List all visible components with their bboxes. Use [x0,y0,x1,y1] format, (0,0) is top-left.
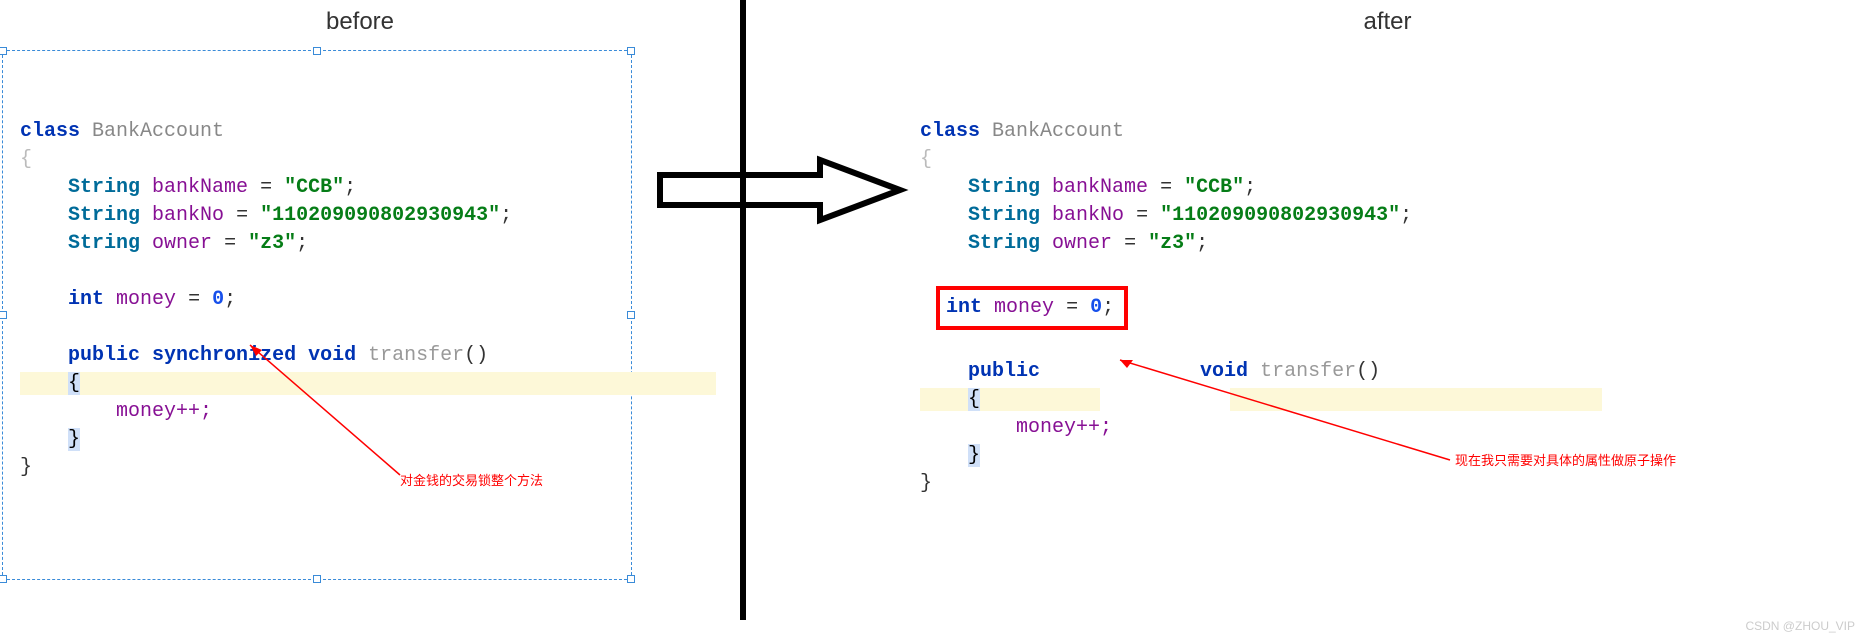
eq: = [176,288,212,311]
string-ccb: "CCB" [284,176,344,199]
handle-icon [0,311,7,319]
field-bankname: bankName [152,176,248,199]
keyword-class: class [20,120,80,143]
eq: = [1054,296,1090,319]
keyword-int: int [946,296,982,319]
semi: ; [1400,204,1412,227]
vertical-divider [740,0,746,620]
annotation-left: 对金钱的交易锁整个方法 [400,470,543,489]
field-money: money [116,288,176,311]
brace-open-hl: { [968,388,980,411]
string-bankno: "110209090802930943" [260,204,500,227]
after-heading: after [900,0,1875,54]
semi: ; [1244,176,1256,199]
semi: ; [1196,232,1208,255]
keyword-void: void [1200,360,1248,383]
brace-close: } [920,472,932,495]
handle-icon [627,47,635,55]
field-bankno: bankNo [1052,204,1124,227]
eq: = [248,176,284,199]
watermark: CSDN @ZHOU_VIP [1745,619,1855,633]
semi: ; [224,288,236,311]
string-z3: "z3" [1148,232,1196,255]
type-string: String [68,232,140,255]
parens: () [1356,360,1380,383]
semi: ; [344,176,356,199]
type-string: String [68,204,140,227]
arrow-right-icon [650,155,910,225]
field-owner: owner [152,232,212,255]
number-zero: 0 [212,288,224,311]
handle-icon [313,47,321,55]
brace-close: } [20,456,32,479]
type-string: String [68,176,140,199]
money-inc: money++; [116,400,212,423]
eq: = [1124,204,1160,227]
class-name: BankAccount [992,120,1124,143]
before-panel: before class BankAccount { String bankNa… [0,0,720,590]
handle-icon [313,575,321,583]
code-before: class BankAccount { String bankName = "C… [20,90,716,510]
keyword-public: public [968,360,1040,383]
eq: = [1112,232,1148,255]
semi: ; [1102,296,1114,319]
type-string: String [968,232,1040,255]
eq: = [1148,176,1184,199]
field-owner: owner [1052,232,1112,255]
brace-open-hl: { [68,372,80,395]
field-bankname: bankName [1052,176,1148,199]
keyword-public: public [68,344,140,367]
handle-icon [0,575,7,583]
field-money: money [994,296,1054,319]
annotation-right: 现在我只需要对具体的属性做原子操作 [1455,450,1676,469]
brace-close-hl: } [68,428,80,451]
money-inc: money++; [1016,416,1112,439]
handle-icon [0,47,7,55]
class-name: BankAccount [92,120,224,143]
keyword-void: void [308,344,356,367]
keyword-synchronized: synchronized [152,344,296,367]
brace-close-hl: } [968,444,980,467]
type-string: String [968,176,1040,199]
method-transfer: transfer [368,344,464,367]
type-string: String [968,204,1040,227]
semi: ; [500,204,512,227]
field-bankno: bankNo [152,204,224,227]
number-zero: 0 [1090,296,1102,319]
eq: = [212,232,248,255]
parens: () [464,344,488,367]
keyword-class: class [920,120,980,143]
eq: = [224,204,260,227]
string-bankno: "110209090802930943" [1160,204,1400,227]
keyword-int: int [68,288,104,311]
before-heading: before [0,0,720,54]
method-transfer: transfer [1260,360,1356,383]
brace-open: { [920,148,932,171]
after-panel: after class BankAccount { String bankNam… [900,0,1875,590]
handle-icon [627,575,635,583]
string-z3: "z3" [248,232,296,255]
red-highlight-box: int money = 0; [936,286,1128,330]
brace-open: { [20,148,32,171]
string-ccb: "CCB" [1184,176,1244,199]
semi: ; [296,232,308,255]
